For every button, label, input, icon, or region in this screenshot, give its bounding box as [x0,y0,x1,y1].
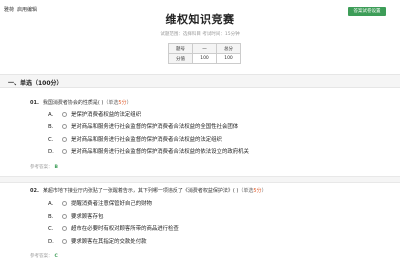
question-number: 01. [30,100,39,106]
section-title: 一、单选（100分） [8,80,63,87]
option-text: 是对商品和服务进行社会监督的保护消费者合法权益的法定组织 [71,137,222,143]
table-cell: 100 [216,53,241,64]
option-letter: A. [48,112,54,118]
option-row[interactable]: B. 是对商品和服务进行社会监督的保护消费者合法权益的全国性社会团体 [48,122,238,130]
question-type-end: ） [261,188,267,194]
question-type: （单选 [238,188,254,194]
question-score: 5分 [118,100,127,106]
exam-meta: 试题范围：选择科目 考试时间：15分钟 [160,32,240,37]
option-text: 是对商品和服务进行社会监督的保护消费者合法权益的依法设立的政府机关 [71,149,249,155]
exam-title: 维权知识竞赛 [165,13,235,26]
question-score: 5分 [253,188,262,194]
reference-answer: 参考答案： B [30,164,58,170]
option-letter: C. [48,137,54,143]
option-text: 提醒消费者注意保管好自己的财物 [71,201,152,207]
question-type: （单选 [103,100,119,106]
question-type-end: ） [126,100,132,106]
option-row[interactable]: D. 要求顾客在其指定的交款处付款 [48,237,146,245]
section-header: 一、单选（100分） [0,74,400,88]
radio-button[interactable] [62,225,67,231]
score-table-header-row: 题号 一 总分 [168,43,241,54]
option-text: 超市在必要时有权对顾客所带的商品进行检查 [71,226,179,232]
option-row[interactable]: D. 是对商品和服务进行社会监督的保护消费者合法权益的依法设立的政府机关 [48,147,249,155]
radio-button[interactable] [62,148,67,154]
question-stem: 01. 我国消费者协会的性质是( )（单选5分） [30,99,132,106]
question-text: 我国消费者协会的性质是( ) [42,100,104,106]
option-row[interactable]: B. 要求顾客存包 [48,212,103,220]
radio-button[interactable] [62,213,67,219]
answer-value: B [54,165,58,170]
radio-button[interactable] [62,200,67,206]
table-row-label: 分值 [168,53,193,64]
question-text: 某超市地下接业厅内张贴了一张醒着告示，其下列哪一项违反了《消费者权益保护法》( … [42,188,239,194]
option-letter: B. [48,124,54,130]
answer-label: 参考答案： [30,165,53,170]
radio-button[interactable] [62,111,67,117]
answer-label: 参考答案： [30,254,53,259]
score-table: 题号 一 总分 分值 100 100 [168,43,241,64]
radio-button[interactable] [62,123,67,129]
table-header-cell: 总分 [216,43,241,54]
option-row[interactable]: A. 提醒消费者注意保管好自己的财物 [48,199,152,207]
table-header-cell: 一 [192,43,217,54]
option-text: 要求顾客存包 [71,214,104,220]
answer-value: C [54,254,58,259]
table-cell: 100 [192,53,217,64]
option-letter: D. [48,149,54,155]
question-number: 02. [30,188,39,194]
radio-button[interactable] [62,238,67,244]
radio-button[interactable] [62,136,67,142]
option-text: 是对商品和服务进行社会监督的保护消费者合法权益的全国性社会团体 [71,124,239,130]
option-letter: D. [48,239,54,245]
option-letter: B. [48,214,54,220]
question-stem: 02. 某超市地下接业厅内张贴了一张醒着告示，其下列哪一项违反了《消费者权益保护法… [30,187,267,194]
score-table-row: 分值 100 100 [168,53,241,64]
option-letter: C. [48,226,54,232]
question-divider [0,176,400,183]
reference-answer: 参考答案： C [30,253,58,259]
table-header-cell: 题号 [168,43,193,54]
option-text: 是保护消费者权益的法定组织 [71,112,142,118]
option-letter: A. [48,201,54,207]
option-row[interactable]: C. 超市在必要时有权对顾客所带的商品进行检查 [48,224,179,232]
option-row[interactable]: C. 是对商品和服务进行社会监督的保护消费者合法权益的法定组织 [48,135,222,143]
option-text: 要求顾客在其指定的交款处付款 [71,239,147,245]
option-row[interactable]: A. 是保护消费者权益的法定组织 [48,110,141,118]
